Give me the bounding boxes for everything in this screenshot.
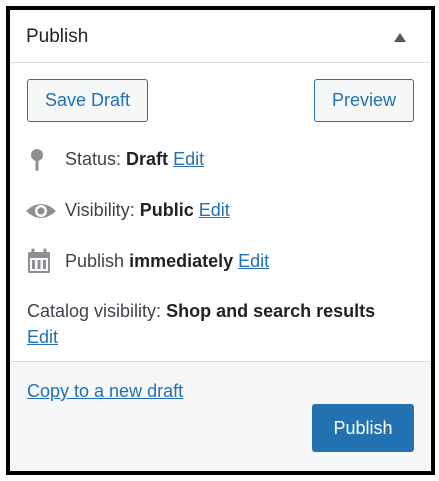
- status-edit-link[interactable]: Edit: [173, 149, 204, 169]
- collapse-toggle-icon[interactable]: [394, 33, 406, 42]
- publish-button[interactable]: Publish: [312, 404, 414, 452]
- save-draft-button[interactable]: Save Draft: [27, 79, 148, 122]
- pin-icon: [27, 148, 47, 177]
- schedule-row: Publish immediately Edit: [27, 248, 357, 279]
- visibility-value: Public: [139, 200, 194, 220]
- catalog-visibility-value: Shop and search results: [166, 301, 376, 321]
- visibility-label: Visibility:: [65, 200, 135, 220]
- status-value: Draft: [126, 149, 169, 169]
- calendar-icon: [27, 248, 51, 279]
- eye-icon: [25, 200, 57, 227]
- visibility-row: Visibility: Public Edit: [26, 199, 327, 223]
- visibility-edit-link[interactable]: Edit: [199, 200, 230, 220]
- catalog-visibility-edit-link[interactable]: Edit: [27, 327, 58, 347]
- schedule-label: Publish: [65, 251, 125, 271]
- major-publishing-actions: Copy to a new draft Publish: [10, 361, 431, 471]
- schedule-value: immediately: [129, 251, 234, 271]
- catalog-visibility-label: Catalog visibility:: [27, 301, 162, 321]
- schedule-edit-link[interactable]: Edit: [238, 251, 269, 271]
- preview-button[interactable]: Preview: [314, 79, 414, 122]
- status-row: Status: Draft Edit: [27, 148, 327, 172]
- status-label: Status:: [65, 149, 122, 169]
- panel-header: Publish: [10, 10, 431, 63]
- panel-title: Publish: [26, 26, 89, 47]
- catalog-visibility-row: Catalog visibility: Shop and search resu…: [27, 298, 417, 350]
- copy-to-new-draft-link[interactable]: Copy to a new draft: [27, 380, 183, 402]
- publish-box: Publish Save Draft Preview Status: Draft…: [6, 6, 435, 475]
